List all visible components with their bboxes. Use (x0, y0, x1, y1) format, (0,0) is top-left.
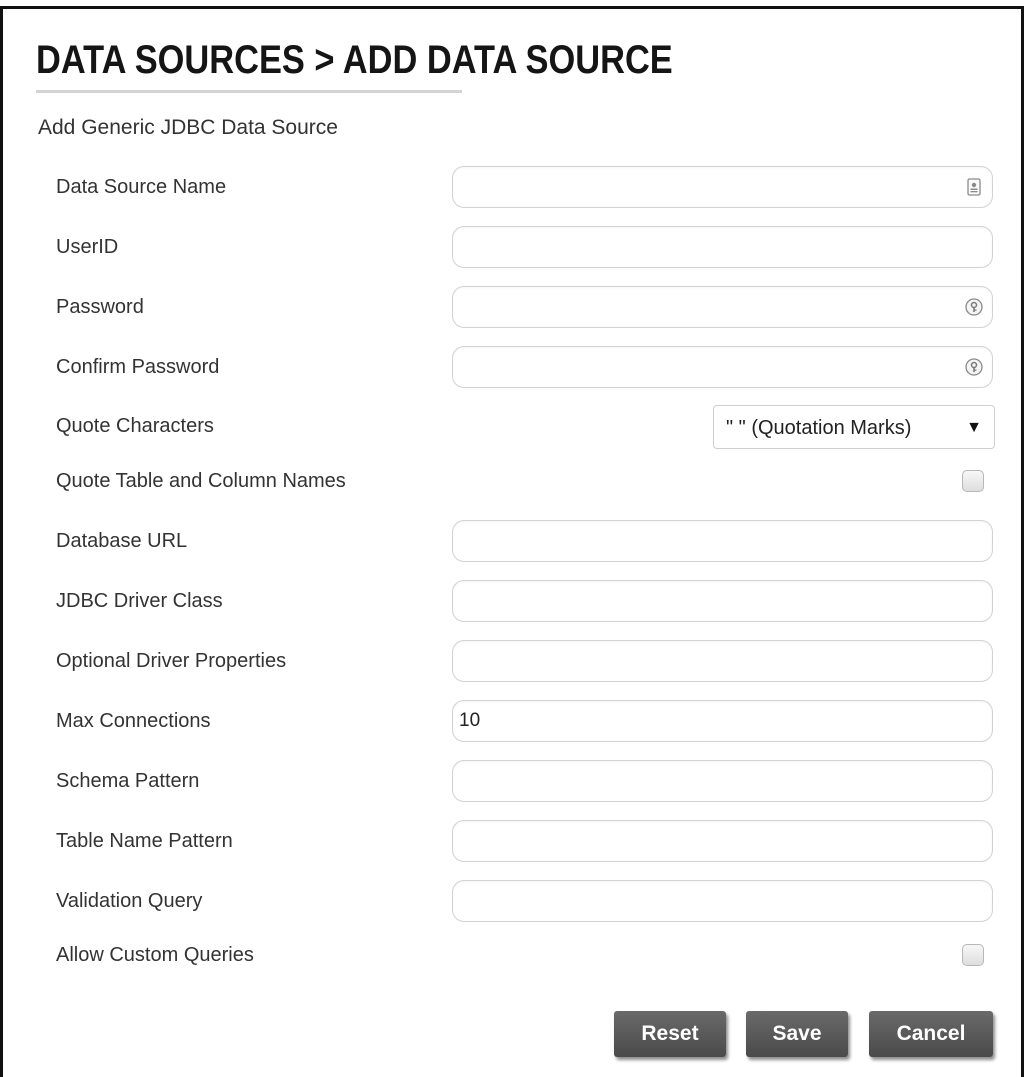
optional-driver-properties-label: Optional Driver Properties (56, 650, 287, 672)
password-input[interactable] (455, 289, 955, 325)
table-name-pattern-field[interactable] (452, 820, 993, 862)
quote-characters-value: " " (Quotation Marks) (726, 417, 912, 439)
table-name-pattern-label: Table Name Pattern (56, 830, 233, 852)
quote-characters-label: Quote Characters (56, 415, 214, 437)
user-id-input[interactable] (455, 229, 955, 265)
schema-pattern-field[interactable] (452, 760, 993, 802)
schema-pattern-label: Schema Pattern (56, 770, 200, 792)
password-key-icon[interactable] (964, 297, 984, 317)
password-label: Password (56, 296, 144, 318)
optional-driver-properties-input[interactable] (455, 643, 955, 679)
confirm-password-input[interactable] (455, 349, 955, 385)
row-jdbc-driver-class: JDBC Driver Class (0, 580, 1024, 624)
database-url-label: Database URL (56, 530, 188, 552)
row-table-name-pattern: Table Name Pattern (0, 820, 1024, 864)
row-confirm-password: Confirm Password (0, 346, 1024, 390)
dropdown-arrow-icon[interactable]: ▼ (966, 419, 982, 437)
jdbc-driver-class-label: JDBC Driver Class (56, 590, 223, 612)
title-divider (36, 90, 462, 93)
confirm-password-field[interactable] (452, 346, 993, 388)
quote-characters-select[interactable]: " " (Quotation Marks) ▼ (713, 405, 995, 449)
database-url-input[interactable] (455, 523, 955, 559)
row-password: Password (0, 286, 1024, 330)
quote-names-checkbox[interactable] (962, 470, 984, 492)
password-key-icon[interactable] (964, 357, 984, 377)
user-id-label: UserID (56, 236, 119, 258)
allow-custom-queries-label: Allow Custom Queries (56, 944, 254, 966)
row-user-id: UserID (0, 226, 1024, 270)
database-url-field[interactable] (452, 520, 993, 562)
table-name-pattern-input[interactable] (455, 823, 955, 859)
max-connections-field[interactable] (452, 700, 993, 742)
contact-card-icon[interactable] (964, 177, 984, 197)
row-max-connections: Max Connections (0, 700, 1024, 744)
validation-query-field[interactable] (452, 880, 993, 922)
row-database-url: Database URL (0, 520, 1024, 564)
save-button[interactable]: Save (746, 1011, 848, 1057)
data-source-name-field[interactable] (452, 166, 993, 208)
validation-query-input[interactable] (455, 883, 955, 919)
row-optional-driver-properties: Optional Driver Properties (0, 640, 1024, 684)
schema-pattern-input[interactable] (455, 763, 955, 799)
cancel-button[interactable]: Cancel (869, 1011, 993, 1057)
reset-button[interactable]: Reset (614, 1011, 726, 1057)
row-schema-pattern: Schema Pattern (0, 760, 1024, 804)
confirm-password-label: Confirm Password (56, 356, 220, 378)
page-title: DATA SOURCES > ADD DATA SOURCE (36, 38, 673, 82)
optional-driver-properties-field[interactable] (452, 640, 993, 682)
max-connections-label: Max Connections (56, 710, 211, 732)
data-source-name-input[interactable] (455, 169, 955, 205)
row-validation-query: Validation Query (0, 880, 1024, 924)
max-connections-input[interactable] (455, 703, 955, 739)
jdbc-driver-class-input[interactable] (455, 583, 955, 619)
row-data-source-name: Data Source Name (0, 166, 1024, 210)
jdbc-driver-class-field[interactable] (452, 580, 993, 622)
user-id-field[interactable] (452, 226, 993, 268)
row-quote-names: Quote Table and Column Names (0, 460, 1024, 504)
form-subtitle: Add Generic JDBC Data Source (38, 116, 338, 139)
row-quote-characters: Quote Characters " " (Quotation Marks) ▼ (0, 405, 1024, 449)
password-field[interactable] (452, 286, 993, 328)
allow-custom-queries-checkbox[interactable] (962, 944, 984, 966)
quote-names-label: Quote Table and Column Names (56, 470, 346, 492)
row-allow-custom-queries: Allow Custom Queries (0, 934, 1024, 978)
validation-query-label: Validation Query (56, 890, 203, 912)
data-source-name-label: Data Source Name (56, 176, 227, 198)
